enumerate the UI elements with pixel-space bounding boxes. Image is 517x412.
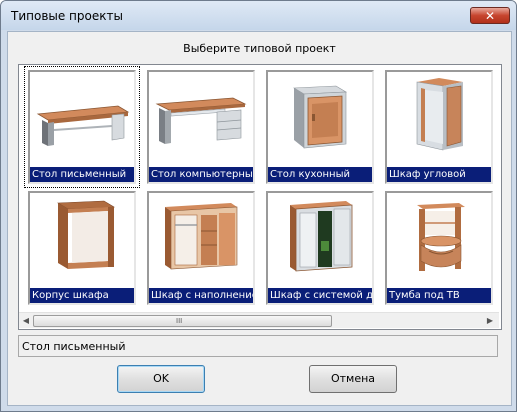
project-label: Шкаф угловой (387, 167, 491, 182)
selected-project-field: Стол письменный (18, 335, 498, 357)
project-tile-computer-desk[interactable]: Стол компьютерный (147, 70, 255, 184)
project-label: Шкаф с наполнением (149, 288, 253, 303)
title-bar[interactable]: Типовые проекты ✕ (1, 1, 516, 30)
horizontal-scrollbar[interactable]: ◀ III ▶ (19, 312, 499, 328)
desk-icon (36, 105, 130, 146)
kitchen-table-icon (292, 85, 348, 149)
tv-stand-icon (417, 203, 465, 271)
close-button[interactable]: ✕ (470, 7, 510, 24)
computer-desk-icon (155, 97, 247, 144)
project-label: Стол кухонный (268, 167, 372, 182)
project-tile-cabinet-frame[interactable]: Корпус шкафа (28, 191, 136, 305)
prompt-label: Выберите типовой проект (183, 42, 336, 55)
close-icon: ✕ (484, 9, 496, 23)
project-label: Шкаф с системой двер (268, 288, 372, 303)
project-label: Корпус шкафа (30, 288, 134, 303)
scrollbar-grip-icon: III (176, 317, 183, 325)
project-tile-kitchen-table[interactable]: Стол кухонный (266, 70, 374, 184)
project-label: Тумба под ТВ (387, 288, 491, 303)
project-gallery[interactable]: Стол письменный Стол компьютерный Стол к… (18, 64, 502, 330)
project-tile-filled-wardrobe[interactable]: Шкаф с наполнением (147, 191, 255, 305)
scroll-left-arrow-icon[interactable]: ◀ (21, 315, 31, 326)
project-tile-sliding-wardrobe[interactable]: Шкаф с системой двер (266, 191, 374, 305)
dialog-body: Выберите типовой проект Стол письменный (7, 31, 512, 406)
window-title: Типовые проекты (11, 9, 123, 23)
dialog-window: Типовые проекты ✕ Выберите типовой проек… (0, 0, 517, 412)
project-label: Стол компьютерный (149, 167, 253, 182)
project-tile-tv-stand[interactable]: Тумба под ТВ (385, 191, 493, 305)
project-tile-desk[interactable]: Стол письменный (24, 66, 140, 188)
cabinet-frame-icon (56, 200, 116, 269)
project-tile-corner-cabinet[interactable]: Шкаф угловой (385, 70, 493, 184)
sliding-door-wardrobe-icon (290, 201, 353, 272)
scroll-right-arrow-icon[interactable]: ▶ (485, 315, 495, 326)
scrollbar-thumb[interactable]: III (33, 315, 332, 327)
project-label: Стол письменный (30, 167, 134, 182)
cancel-button[interactable]: Отмена (309, 365, 397, 393)
ok-button[interactable]: OK (117, 365, 205, 393)
corner-cabinet-icon (416, 78, 463, 151)
filled-wardrobe-icon (165, 203, 238, 270)
